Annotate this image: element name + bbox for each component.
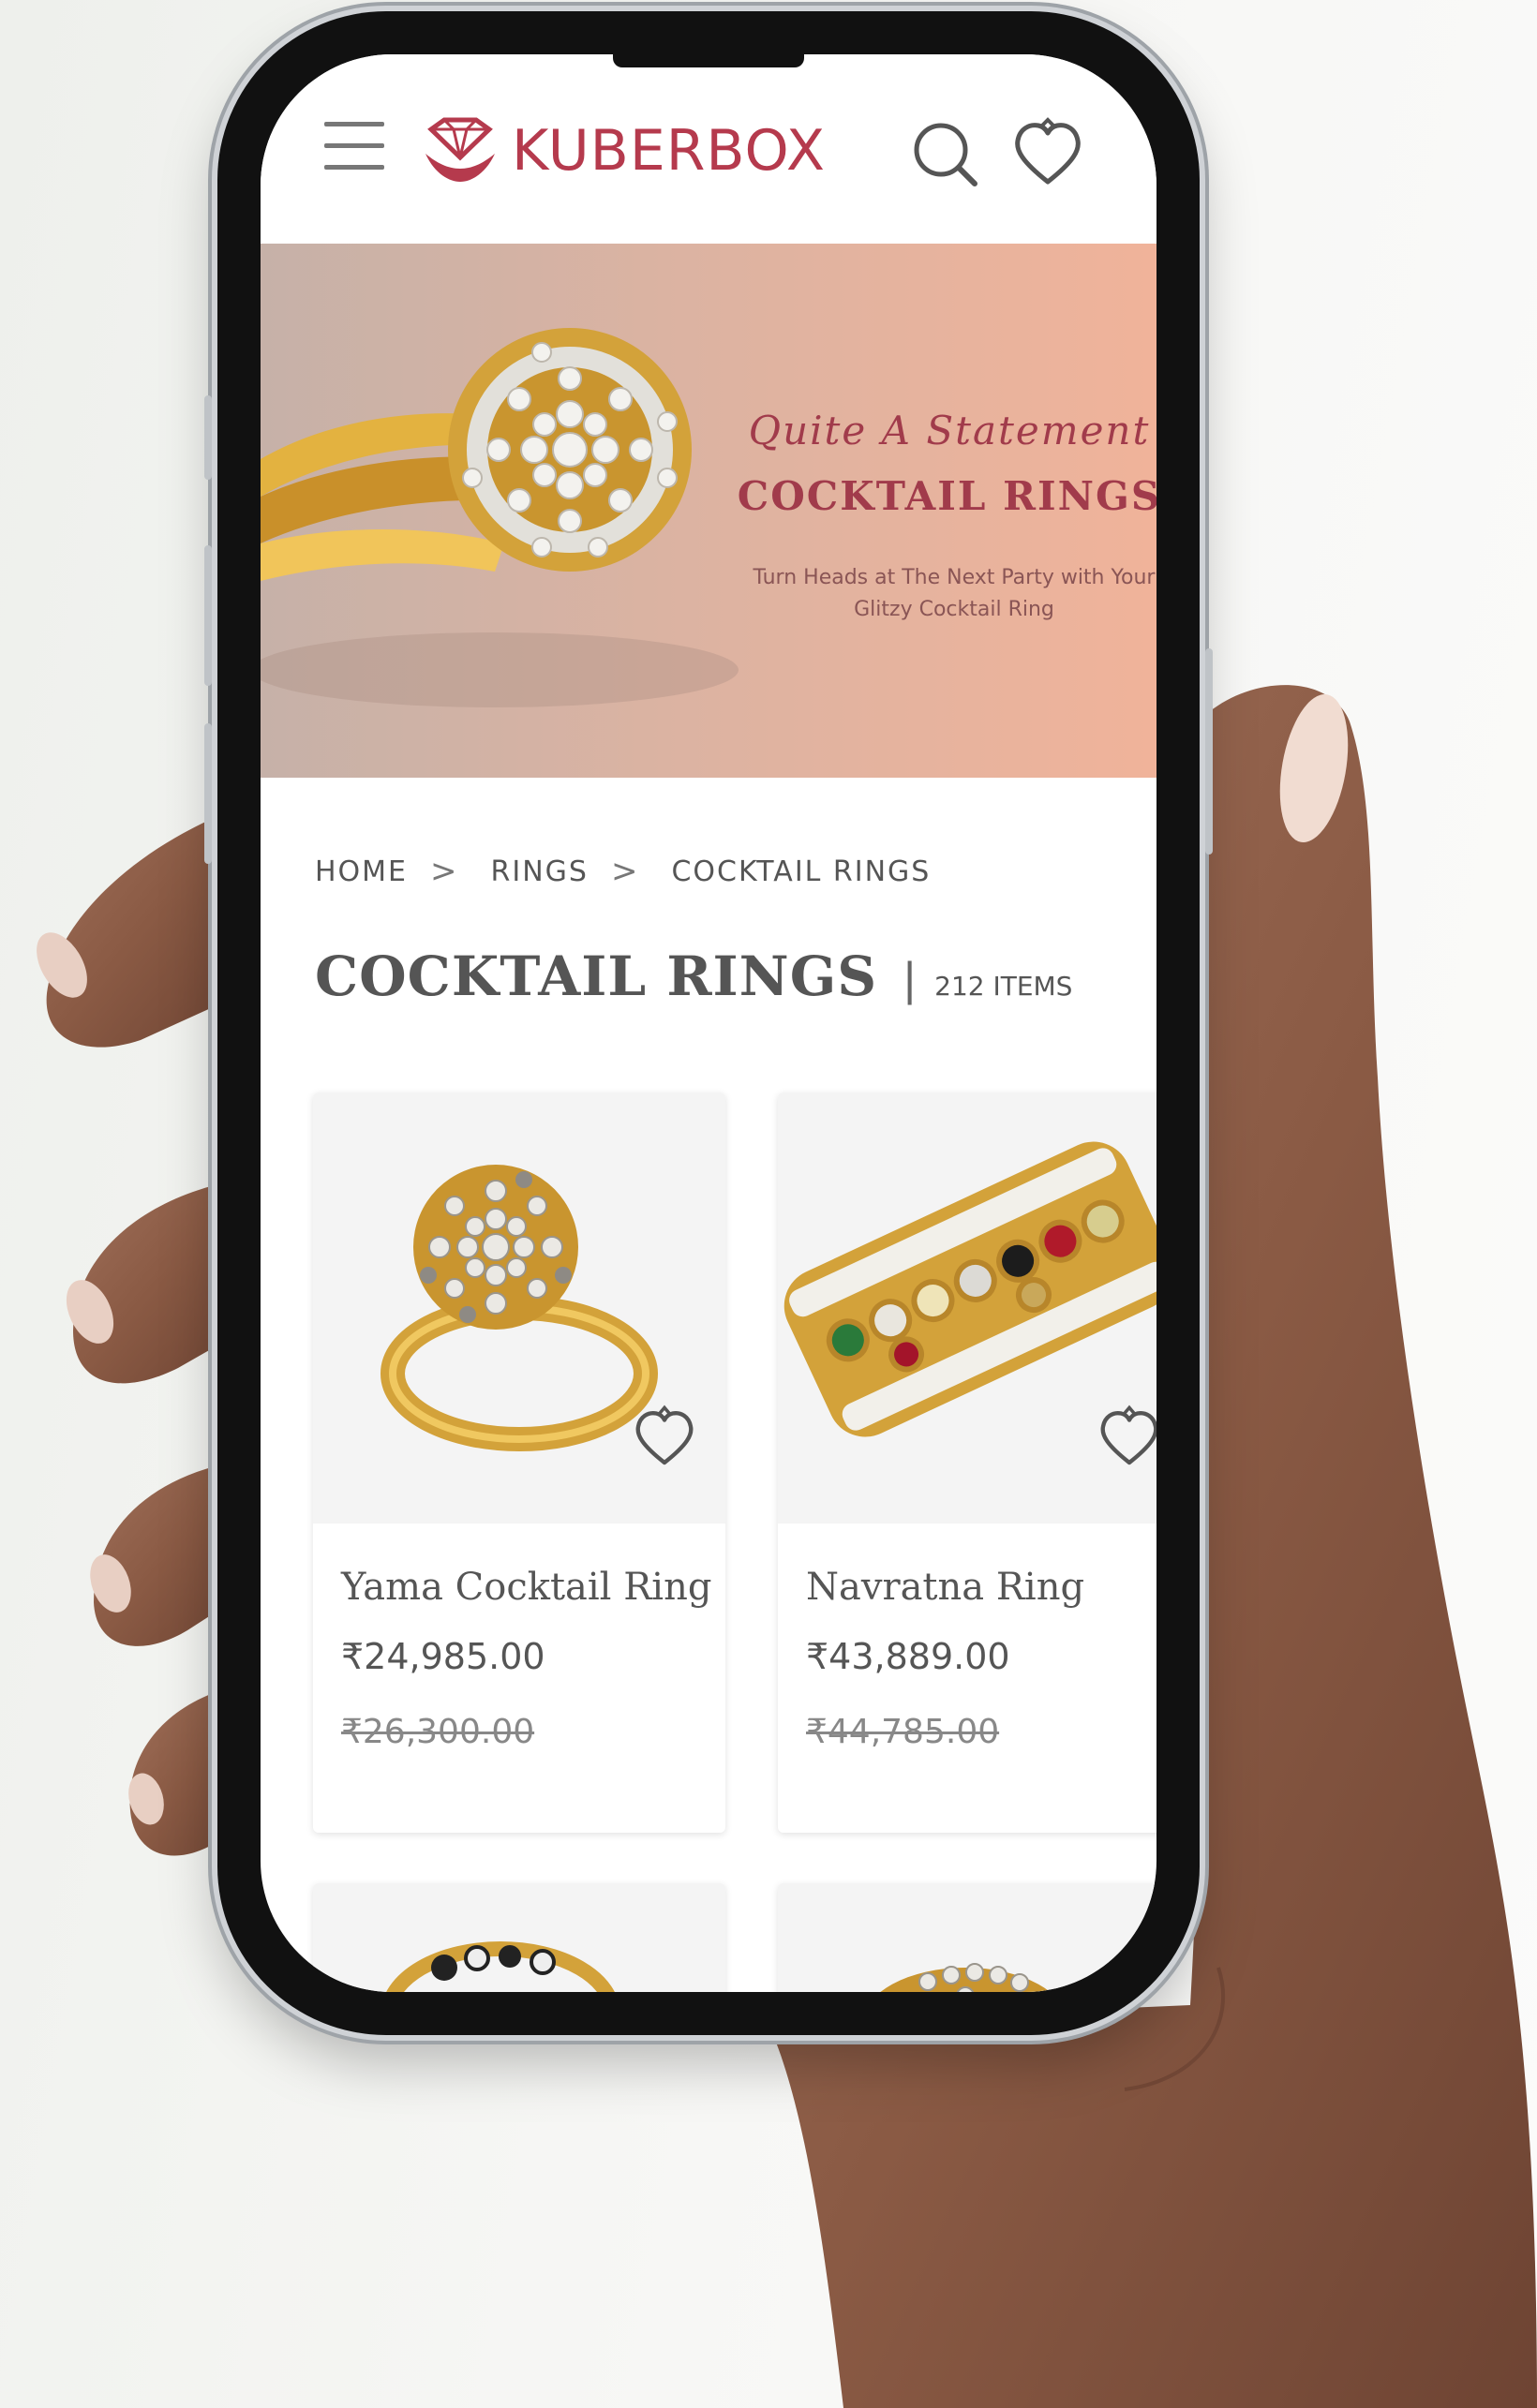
banner-script-heading: Quite A Statement [748, 408, 1151, 453]
ring-image [386, 1941, 615, 1992]
phone-power-button [1205, 648, 1213, 855]
product-image[interactable] [778, 1093, 1156, 1524]
phone-screen: KUBERBOX Quite A Statement COCKTAIL RING… [261, 54, 1156, 1992]
product-price: ₹24,985.00 [341, 1636, 545, 1677]
product-card[interactable]: Navratna Ring ₹43,889.00 ₹44,785.00 [778, 1093, 1156, 1833]
phone-side-button [204, 723, 212, 864]
chevron-right-icon: > [430, 853, 459, 890]
phone-side-button [204, 545, 212, 686]
chevron-right-icon: > [610, 853, 640, 890]
product-original-price: ₹44,785.00 [806, 1713, 1000, 1751]
page-title: COCKTAIL RINGS [315, 944, 878, 1008]
heart-icon[interactable] [1097, 1404, 1156, 1469]
wishlist-heart-icon[interactable] [1010, 116, 1085, 191]
app-header: KUBERBOX [261, 54, 1156, 242]
product-price: ₹43,889.00 [806, 1636, 1010, 1677]
banner-subtitle-line: Turn Heads at The Next Party with Your [753, 566, 1156, 589]
product-card-partial[interactable] [778, 1883, 1156, 1992]
product-card[interactable]: Yama Cocktail Ring ₹24,985.00 ₹26,300.00 [313, 1093, 725, 1833]
heart-icon[interactable] [632, 1404, 697, 1469]
product-name[interactable]: Navratna Ring [806, 1566, 1084, 1609]
search-icon[interactable] [907, 116, 982, 191]
diamond-lotus-logo-icon [425, 117, 495, 182]
banner-title: COCKTAIL RINGS [737, 473, 1156, 519]
product-original-price: ₹26,300.00 [341, 1713, 535, 1751]
banner-subtitle-line: Glitzy Cocktail Ring [854, 598, 1054, 621]
banner-subtitle: Turn Heads at The Next Party with Your G… [734, 562, 1156, 626]
brand-name: KUBERBOX [512, 118, 827, 184]
speaker-notch [613, 54, 804, 67]
product-image[interactable] [313, 1093, 725, 1524]
promo-banner[interactable]: Quite A Statement COCKTAIL RINGS Turn He… [261, 244, 1156, 778]
product-name[interactable]: Yama Cocktail Ring [341, 1566, 711, 1609]
breadcrumb: HOME > RINGS > COCKTAIL RINGS [315, 853, 931, 890]
breadcrumb-cocktail-rings[interactable]: COCKTAIL RINGS [671, 855, 931, 888]
brand-logo[interactable]: KUBERBOX [422, 109, 826, 193]
hamburger-menu-icon[interactable] [324, 122, 384, 171]
page-title-row: COCKTAIL RINGS | 212 ITEMS [315, 944, 1072, 1008]
phone-frame: KUBERBOX Quite A Statement COCKTAIL RING… [204, 11, 1213, 2035]
breadcrumb-rings[interactable]: RINGS [491, 855, 589, 888]
ring-image [880, 1963, 1051, 1992]
phone-side-button [204, 395, 212, 480]
breadcrumb-home[interactable]: HOME [315, 855, 408, 888]
cocktail-ring-image [261, 328, 739, 707]
item-count: 212 ITEMS [934, 971, 1073, 1002]
product-card-partial[interactable] [313, 1883, 725, 1992]
title-divider: | [903, 953, 917, 1005]
